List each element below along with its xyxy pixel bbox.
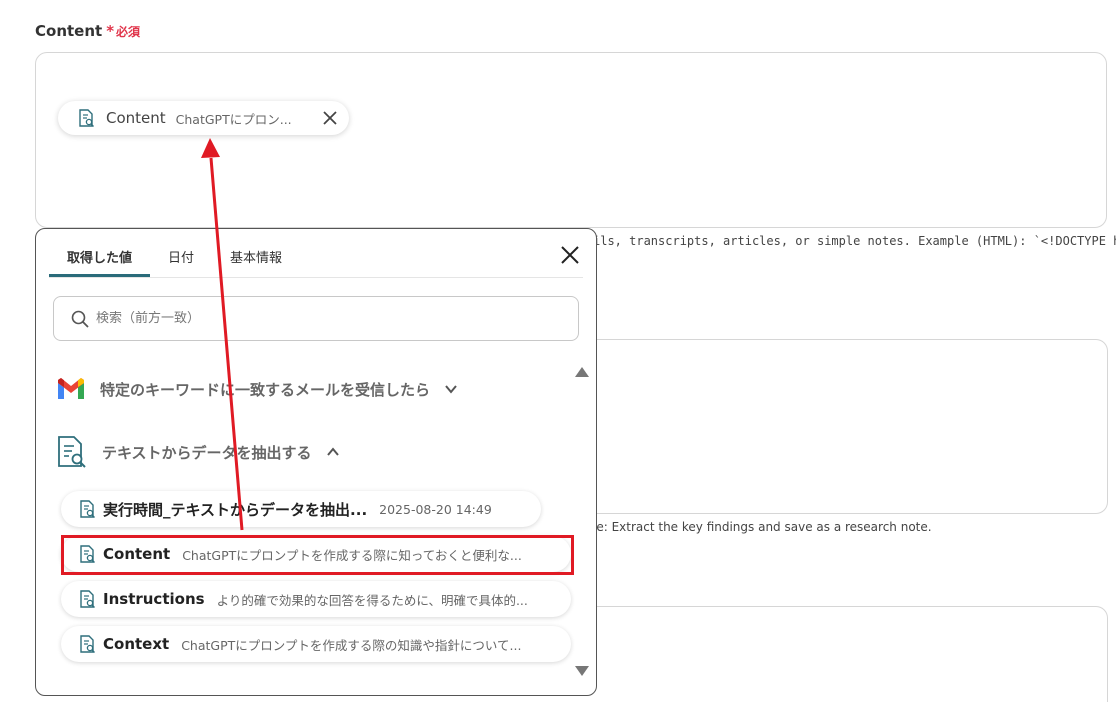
chip-value: ChatGPTにプロン...: [175, 111, 292, 127]
tab-date[interactable]: 日付: [150, 239, 212, 277]
search-input[interactable]: [96, 311, 516, 326]
chip-remove-icon[interactable]: [321, 109, 339, 127]
scroll-up-icon[interactable]: [574, 366, 590, 378]
section-extract-data[interactable]: テキストからデータを抽出する: [56, 435, 340, 469]
section-gmail-trigger[interactable]: 特定のキーワードに一致するメールを受信したら: [56, 377, 458, 401]
instructions-textarea[interactable]: [560, 339, 1108, 514]
item-name: Instructions: [103, 590, 205, 608]
item-value: ChatGPTにプロンプトを作成する際の知識や指針について...: [181, 637, 522, 653]
value-item-context[interactable]: Context ChatGPTにプロンプトを作成する際の知識や指針について...: [61, 626, 571, 662]
tab-basic-info[interactable]: 基本情報: [212, 239, 300, 277]
chip-name: Content: [106, 109, 166, 127]
item-name: Context: [103, 635, 170, 653]
required-text: 必須: [116, 25, 141, 39]
content-textarea[interactable]: [35, 52, 1107, 228]
close-icon[interactable]: [560, 245, 580, 265]
chevron-down-icon: [445, 385, 457, 394]
required-star: *: [106, 22, 115, 40]
inserted-value-chip[interactable]: Content ChatGPTにプロン...: [58, 101, 349, 135]
document-search-icon: [58, 436, 86, 468]
document-search-icon: [80, 635, 95, 653]
item-value: 2025-08-20 14:49: [379, 501, 492, 517]
gmail-icon: [58, 378, 84, 399]
item-name: 実行時間_テキストからデータを抽出...: [103, 500, 368, 519]
chevron-up-icon: [326, 447, 339, 456]
section-title: テキストからデータを抽出する: [102, 443, 312, 462]
value-item-execution-time[interactable]: 実行時間_テキストからデータを抽出... 2025-08-20 14:49: [61, 491, 541, 527]
tabs-divider: [49, 277, 583, 278]
highlight-box: [61, 535, 574, 575]
document-search-icon: [80, 500, 95, 518]
popup-tabs: 取得した値 日付 基本情報: [49, 239, 300, 277]
section-title: 特定のキーワードに一致するメールを受信したら: [100, 380, 431, 399]
item-value: より的確で効果的な回答を得るために、明確で具体的...: [216, 592, 528, 608]
scroll-down-icon[interactable]: [574, 665, 590, 677]
context-textarea[interactable]: [560, 606, 1108, 702]
field-label-text: Content: [35, 22, 103, 40]
document-search-icon: [80, 590, 95, 608]
document-search-icon: [79, 109, 94, 127]
tab-retrieved-values[interactable]: 取得した値: [49, 239, 151, 277]
value-picker-popup: 取得した値 日付 基本情報 特定のキーワードに一致するメールを受信したら: [35, 228, 597, 696]
help-text-instructions: le: Extract the key findings and save as…: [593, 520, 932, 534]
value-item-instructions[interactable]: Instructions より的確で効果的な回答を得るために、明確で具体的...: [61, 581, 571, 617]
search-box[interactable]: [53, 296, 579, 341]
help-text-content: ils, transcripts, articles, or simple no…: [593, 234, 1116, 248]
field-label: Content * 必須: [35, 22, 140, 40]
search-icon: [71, 310, 89, 328]
